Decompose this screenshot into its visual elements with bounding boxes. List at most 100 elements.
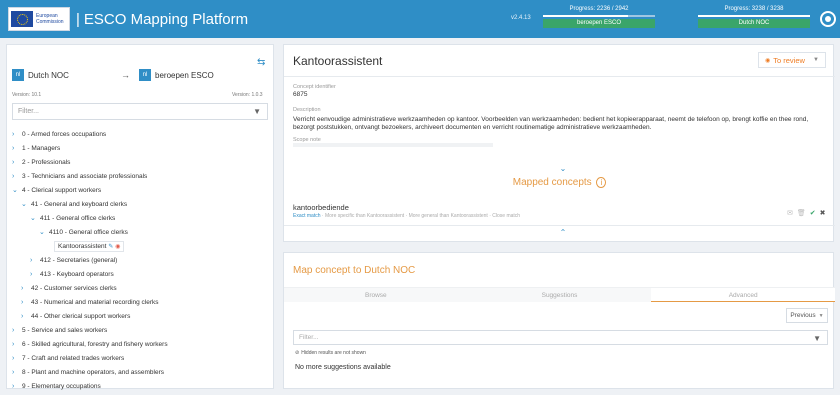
tree-item[interactable]: › 8 - Plant and machine operators, and as… <box>12 366 270 380</box>
chevron-right-icon[interactable]: › <box>12 156 22 170</box>
progress-track <box>543 15 655 17</box>
suggestion-filter-input[interactable]: Filter... ▼ <box>293 330 828 345</box>
map-panel-title: Map concept to Dutch NOC <box>293 265 416 276</box>
hidden-results-note[interactable]: ⊘ Hidden results are not shown <box>295 350 366 356</box>
tree-item-selected[interactable]: Kantoorassistent ✎ ◉ <box>12 240 270 254</box>
tree-item-label: 6 - Skilled agricultural, forestry and f… <box>22 341 168 348</box>
progress-source[interactable]: Progress: 3238 / 3238 Dutch NOC <box>692 5 816 32</box>
tab-advanced[interactable]: Advanced <box>651 288 836 302</box>
info-icon[interactable]: i <box>596 177 607 188</box>
chevron-right-icon[interactable]: › <box>12 338 22 352</box>
check-icon[interactable]: ✔ <box>810 209 816 217</box>
tree-item-label: 412 - Secretaries (general) <box>40 257 118 264</box>
progress-text: Progress: 3238 / 3238 <box>724 6 784 12</box>
other-match-options[interactable]: · More specific than Kantoorassistent · … <box>321 213 520 219</box>
tree-item[interactable]: ⌄ 4 - Clerical support workers <box>12 184 270 198</box>
tree-item-label: 43 - Numerical and material recording cl… <box>31 299 159 306</box>
chevron-right-icon[interactable]: › <box>12 142 22 156</box>
swap-direction-icon[interactable]: ⇆ <box>257 57 265 68</box>
progress-fill <box>698 15 810 17</box>
source-name: Dutch NOC <box>28 70 69 80</box>
trash-icon[interactable]: 🗑 <box>797 209 806 217</box>
match-type-options: Exact match · More specific than Kantoor… <box>293 213 520 219</box>
progress-target[interactable]: Progress: 2236 / 2942 beroepen ESCO <box>537 5 661 32</box>
chevron-down-icon[interactable]: ⌄ <box>30 212 40 226</box>
source-classification: nl Dutch NOC <box>12 69 69 81</box>
tree-item[interactable]: ⌄ 4110 - General office clerks <box>12 226 270 240</box>
chevron-down-icon: ▼ <box>813 57 819 63</box>
progress-label: Dutch NOC <box>698 19 810 28</box>
description-label: Description <box>293 107 321 113</box>
tree-item[interactable]: › 43 - Numerical and material recording c… <box>12 296 270 310</box>
chevron-down-icon[interactable]: ⌄ <box>39 226 49 240</box>
previous-button[interactable]: Previous ▼ <box>786 308 828 323</box>
exact-match-link[interactable]: Exact match <box>293 213 321 219</box>
tree-item-label: 5 - Service and sales workers <box>22 327 108 334</box>
mapped-concepts-title: Mapped concepts i <box>284 177 835 188</box>
nl-flag-icon: nl <box>139 69 151 81</box>
tree-item-label: 2 - Professionals <box>22 159 71 166</box>
filter-icon[interactable]: ▼ <box>253 107 261 116</box>
chevron-right-icon[interactable]: › <box>12 352 22 366</box>
tab-suggestions[interactable]: Suggestions <box>467 288 652 302</box>
european-commission-logo[interactable]: European Commission <box>8 7 70 31</box>
tree-item[interactable]: › 0 - Armed forces occupations <box>12 128 270 142</box>
review-status-dropdown[interactable]: ◉ To review ▼ <box>758 52 826 68</box>
chevron-right-icon[interactable]: › <box>12 366 22 380</box>
tree-item[interactable]: › 42 - Customer services clerks <box>12 282 270 296</box>
target-name: beroepen ESCO <box>155 70 214 80</box>
tree-item[interactable]: › 2 - Professionals <box>12 156 270 170</box>
tree-item[interactable]: ⌄ 411 - General office clerks <box>12 212 270 226</box>
description-text: Verricht eenvoudige administratieve werk… <box>293 116 809 131</box>
edit-icon[interactable]: ✎ <box>108 244 113 250</box>
tree-item[interactable]: › 5 - Service and sales workers <box>12 324 270 338</box>
tree-item-label: 42 - Customer services clerks <box>31 285 117 292</box>
chevron-right-icon[interactable]: › <box>21 310 31 324</box>
no-more-suggestions: No more suggestions available <box>295 364 391 371</box>
occupation-tree: › 0 - Armed forces occupations › 1 - Manage… <box>12 128 270 394</box>
identifier-value: 6875 <box>293 91 308 98</box>
chevron-right-icon[interactable]: › <box>12 128 22 142</box>
progress-text: Progress: 2236 / 2942 <box>569 6 629 12</box>
app-title[interactable]: | ESCO Mapping Platform <box>76 11 248 28</box>
close-icon[interactable]: ✖ <box>820 209 826 217</box>
mapped-concept-name: kantoorbediende <box>293 203 349 212</box>
user-account-icon[interactable] <box>820 11 836 27</box>
tree-item[interactable]: › 44 - Other clerical support workers <box>12 310 270 324</box>
comment-icon[interactable]: ✉ <box>787 209 793 217</box>
chevron-right-icon[interactable]: › <box>21 296 31 310</box>
chevron-right-icon[interactable]: › <box>12 170 22 184</box>
chevron-right-icon[interactable]: › <box>12 380 22 394</box>
progress-track <box>698 15 810 17</box>
title-separator: | <box>76 10 80 28</box>
chevron-right-icon[interactable]: › <box>30 254 40 268</box>
tree-item[interactable]: › 9 - Elementary occupations <box>12 380 270 394</box>
tree-item[interactable]: › 6 - Skilled agricultural, forestry and … <box>12 338 270 352</box>
mapped-concept-actions: ✉ 🗑 ✔ ✖ <box>787 209 826 217</box>
chevron-right-icon[interactable]: › <box>30 268 40 282</box>
target-classification: nl beroepen ESCO <box>139 69 214 81</box>
tree-item[interactable]: ⌄ 41 - General and keyboard clerks <box>12 198 270 212</box>
tree-item-label: 0 - Armed forces occupations <box>22 131 107 138</box>
tree-item-label: 4 - Clerical support workers <box>22 187 102 194</box>
tree-item[interactable]: › 1 - Managers <box>12 142 270 156</box>
chevron-down-icon[interactable]: ⌄ <box>21 198 31 212</box>
eye-slash-icon: ⊘ <box>295 350 300 356</box>
eye-icon[interactable]: ◉ <box>115 244 120 250</box>
chevron-down-icon[interactable]: ⌄ <box>12 184 22 198</box>
collapse-mapped-chevron-icon[interactable]: ⌃ <box>556 228 570 238</box>
tree-item[interactable]: › 7 - Craft and related trades workers <box>12 352 270 366</box>
tree-filter-input[interactable]: Filter... ▼ <box>12 103 268 120</box>
tree-item[interactable]: › 413 - Keyboard operators <box>12 268 270 282</box>
chevron-right-icon[interactable]: › <box>21 282 31 296</box>
tree-item-label: Kantoorassistent ✎ ◉ <box>54 241 125 252</box>
tree-item[interactable]: › 3 - Technicians and associate professio… <box>12 170 270 184</box>
tab-browse[interactable]: Browse <box>284 288 468 302</box>
tree-item-label: 413 - Keyboard operators <box>40 271 114 278</box>
chevron-right-icon[interactable]: › <box>12 324 22 338</box>
expand-details-chevron-icon[interactable]: ⌄ <box>556 164 570 174</box>
tree-item-label: 8 - Plant and machine operators, and ass… <box>22 369 164 376</box>
arrow-right-icon: → <box>121 70 130 80</box>
filter-icon[interactable]: ▼ <box>813 332 821 345</box>
tree-item[interactable]: › 412 - Secretaries (general) <box>12 254 270 268</box>
